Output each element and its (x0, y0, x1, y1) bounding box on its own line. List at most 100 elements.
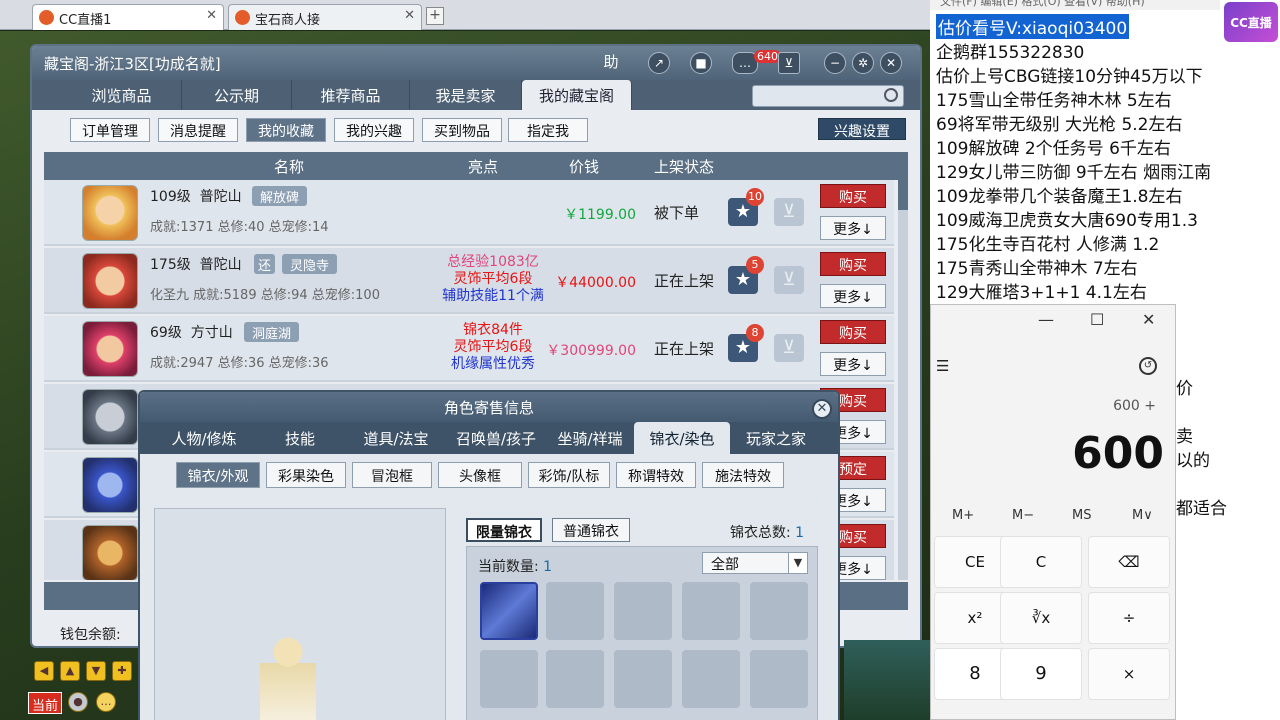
limited-outfit-tab[interactable]: 限量锦衣 (466, 518, 542, 542)
memory-subtract-button[interactable]: M− (1012, 508, 1034, 523)
cube-root-button[interactable]: ∛x (1000, 592, 1082, 644)
subnav-favorites[interactable]: 我的收藏 (246, 118, 326, 142)
multiply-button[interactable]: × (1088, 648, 1170, 700)
cart-icon[interactable]: ⊻ (774, 266, 804, 294)
close-icon[interactable]: ✕ (404, 8, 415, 23)
highlight-line: 辅助技能11个满 (442, 288, 544, 304)
arrow-left-icon[interactable]: ◀ (34, 661, 54, 681)
buy-button[interactable]: 购买 (820, 184, 886, 208)
minimize-icon[interactable]: − (824, 52, 846, 74)
subtab-title-effect[interactable]: 称谓特效 (616, 462, 696, 488)
cart-icon[interactable]: ⊻ (778, 52, 800, 74)
tab-character[interactable]: 人物/修炼 (154, 422, 254, 454)
close-icon[interactable]: ✕ (206, 8, 217, 23)
table-row[interactable]: 109级 普陀山 解放碑 成就:1371 总修:40 总宠修:14 ￥1199.… (44, 180, 894, 246)
tab-my-pavilion[interactable]: 我的藏宝阁 (522, 80, 632, 110)
gear-icon[interactable]: ✲ (852, 52, 874, 74)
outfit-slot[interactable] (614, 650, 672, 708)
subnav-messages[interactable]: 消息提醒 (158, 118, 238, 142)
history-icon[interactable]: ↺ (1139, 357, 1157, 375)
subtab-bubble-frame[interactable]: 冒泡框 (352, 462, 432, 488)
digit-9-button[interactable]: 9 (1000, 648, 1082, 700)
arrow-up-icon[interactable]: ▲ (60, 661, 80, 681)
memory-add-button[interactable]: M+ (952, 508, 974, 523)
share-icon[interactable]: ↗ (648, 52, 670, 74)
hamburger-menu-icon[interactable]: ☰ (936, 357, 949, 375)
close-icon[interactable]: ✕ (812, 399, 832, 419)
clear-button[interactable]: C (1000, 536, 1082, 588)
tab-player-home[interactable]: 玩家之家 (730, 422, 822, 454)
tab-recommended[interactable]: 推荐商品 (292, 80, 410, 110)
tab-mounts[interactable]: 坐骑/祥瑞 (546, 422, 634, 454)
cart-icon[interactable]: ⊻ (774, 198, 804, 226)
memory-list-button[interactable]: M∨ (1132, 508, 1153, 523)
interest-settings-button[interactable]: 兴趣设置 (818, 118, 906, 140)
table-row[interactable]: 69级 方寸山 洞庭湖 成就:2947 总修:36 总宠修:36 锦衣84件 灵… (44, 316, 894, 382)
browser-tab-bar: CC直播1 ✕ 宝石商人接 ✕ (0, 0, 930, 30)
backspace-button[interactable]: ⌫ (1088, 536, 1170, 588)
subtab-cast-effect[interactable]: 施法特效 (702, 462, 784, 488)
outfit-slot[interactable] (546, 582, 604, 640)
outfit-slot[interactable] (750, 650, 808, 708)
memory-store-button[interactable]: MS (1072, 508, 1091, 523)
scrollbar-thumb[interactable] (898, 180, 908, 210)
browser-tab-gem-merchant[interactable]: 宝石商人接 ✕ (228, 4, 422, 30)
outfit-slot[interactable] (750, 582, 808, 640)
search-icon[interactable] (884, 88, 898, 102)
subnav-orders[interactable]: 订单管理 (70, 118, 150, 142)
favorite-count: 10 (746, 188, 764, 206)
more-button[interactable]: 更多↓ (820, 352, 886, 376)
buy-button[interactable]: 购买 (820, 252, 886, 276)
tab-items[interactable]: 道具/法宝 (346, 422, 446, 454)
normal-outfit-tab[interactable]: 普通锦衣 (552, 518, 630, 542)
server-tag: 解放碑 (252, 186, 308, 206)
arrow-down-icon[interactable]: ▼ (86, 661, 106, 681)
buy-button[interactable]: 购买 (820, 320, 886, 344)
outfit-slot-filled[interactable] (480, 582, 538, 640)
microphone-icon[interactable]: ● (68, 692, 88, 712)
outfit-slot[interactable] (682, 650, 740, 708)
minimize-icon[interactable]: — (1038, 310, 1054, 329)
current-channel-button[interactable]: 当前 (28, 692, 62, 714)
tab-pets[interactable]: 召唤兽/孩子 (446, 422, 546, 454)
outfit-slot[interactable] (614, 582, 672, 640)
chevron-down-icon[interactable]: ▼ (788, 552, 808, 574)
new-tab-button[interactable]: + (426, 7, 444, 25)
search-input[interactable] (752, 85, 904, 107)
list-scrollbar[interactable] (898, 180, 908, 580)
highlight-line: 锦衣84件 (463, 322, 523, 338)
outfit-slot[interactable] (682, 582, 740, 640)
highlight-line: 灵饰平均6段 (453, 271, 533, 287)
help-button[interactable]: 助 (600, 52, 622, 74)
tab-skills[interactable]: 技能 (254, 422, 346, 454)
table-row[interactable]: 175级 普陀山 还 灵隐寺 化圣九 成就:5189 总修:94 总宠修:100… (44, 248, 894, 314)
subtab-team-badge[interactable]: 彩饰/队标 (528, 462, 610, 488)
close-icon[interactable]: ✕ (880, 52, 902, 74)
close-icon[interactable]: ✕ (1142, 310, 1155, 329)
notepad-menu-bar[interactable]: 文件(F) 编辑(E) 格式(O) 查看(V) 帮助(H) (930, 0, 1220, 10)
chat-icon[interactable]: … (96, 692, 116, 712)
subnav-purchased[interactable]: 买到物品 (422, 118, 502, 142)
browser-tab-cc-live[interactable]: CC直播1 ✕ (32, 4, 224, 30)
note-line: 109解放碑 2个任务号 6千左右 (936, 139, 1171, 159)
tab-browse[interactable]: 浏览商品 (62, 80, 182, 110)
outfit-slot[interactable] (480, 650, 538, 708)
more-button[interactable]: 更多↓ (820, 216, 886, 240)
row-stats: 化圣九 成就:5189 总修:94 总宠修:100 (150, 288, 380, 303)
maximize-icon[interactable]: ☐ (1090, 310, 1104, 329)
stop-icon[interactable]: ■ (690, 52, 712, 74)
subnav-interests[interactable]: 我的兴趣 (334, 118, 414, 142)
subtab-avatar-frame[interactable]: 头像框 (438, 462, 522, 488)
move-icon[interactable]: ✚ (112, 661, 132, 681)
divide-button[interactable]: ÷ (1088, 592, 1170, 644)
subtab-outfit[interactable]: 锦衣/外观 (176, 462, 260, 488)
tab-public-period[interactable]: 公示期 (182, 80, 292, 110)
tab-outfits[interactable]: 锦衣/染色 (634, 422, 730, 454)
outfit-slot[interactable] (546, 650, 604, 708)
cart-icon[interactable]: ⊻ (774, 334, 804, 362)
subnav-assigned[interactable]: 指定我 (508, 118, 588, 142)
more-button[interactable]: 更多↓ (820, 284, 886, 308)
subtab-dye[interactable]: 彩果染色 (266, 462, 346, 488)
tab-seller[interactable]: 我是卖家 (410, 80, 522, 110)
browser-tab-label: CC直播1 (59, 13, 112, 28)
